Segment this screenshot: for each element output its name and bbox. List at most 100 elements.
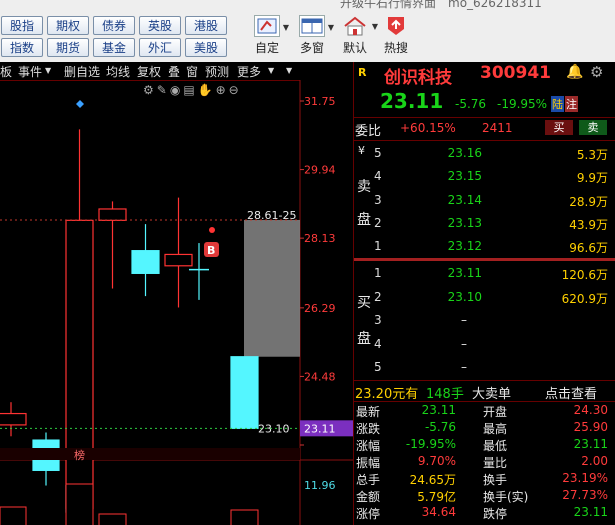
stat-value: 23.19%: [562, 471, 608, 485]
bid-price: –: [461, 313, 467, 328]
divider: [354, 401, 615, 402]
divider: [354, 140, 615, 141]
prediction-box: [244, 219, 300, 357]
volume-bar: [65, 483, 94, 525]
market-button-hk-stocks[interactable]: 港股: [185, 16, 227, 35]
stat-value: 24.65万: [409, 473, 456, 487]
bid-level: 3: [374, 313, 382, 328]
bid-price: –: [461, 336, 467, 351]
stat-value: 9.70%: [417, 454, 456, 468]
stat-row: 振幅 9.70% 量比 2.00: [354, 454, 615, 471]
ask-price: 23.12: [447, 239, 482, 254]
current-price-tag-label: 23.11: [304, 422, 336, 435]
stat-value: 23.11: [421, 403, 456, 417]
stat-label: 量比: [483, 456, 508, 470]
custom-layout-icon: ▼: [254, 15, 289, 37]
home-icon: ▼: [342, 15, 378, 37]
stat-label: 振幅: [356, 456, 381, 470]
stat-label: 换手(实): [483, 490, 529, 504]
ask-volume: 5.3万: [576, 148, 608, 162]
sell-button[interactable]: 卖: [579, 120, 607, 135]
default-tool[interactable]: ▼ 默认: [337, 15, 378, 56]
bid-row[interactable]: 5–: [354, 356, 615, 380]
kline-chart[interactable]: 板 事件 ▼ 删自选 均线 复权 叠 窗 预测 更多 ▼ ▼ ⚙✎◉▤✋⊕⊖ 3…: [0, 62, 353, 525]
chevron-down-icon: ▼: [371, 22, 378, 31]
buy-button[interactable]: 买: [545, 120, 573, 135]
volume-bar: [230, 509, 259, 525]
ask-row[interactable]: 5 23.16 5.3万: [354, 142, 615, 166]
stat-row: 金额 5.79亿 换手(实) 27.73%: [354, 488, 615, 505]
divider: [354, 380, 615, 381]
price-change-pct: -19.95%: [497, 97, 548, 111]
bid-volume: 620.9万: [561, 291, 608, 306]
stat-value: -19.95%: [405, 437, 456, 451]
stock-code: 300941: [480, 63, 551, 83]
bid-row[interactable]: 4–: [354, 333, 615, 357]
badge-zhu: 注: [565, 96, 578, 112]
ask-volume: 9.9万: [576, 171, 608, 186]
stat-value: 23.11: [573, 437, 608, 451]
bid-row[interactable]: 3–: [354, 309, 615, 333]
chevron-down-icon: ▼: [282, 23, 289, 32]
weicha-value: 2411: [482, 121, 513, 135]
gear-icon[interactable]: ⚙: [590, 63, 603, 81]
multi-window-tool[interactable]: ▼ 多窗: [292, 15, 334, 56]
stat-label: 开盘: [483, 405, 508, 419]
bid-level: 2: [374, 289, 382, 304]
custom-layout-tool[interactable]: ▼ 自定: [247, 15, 289, 56]
market-button-futures[interactable]: 期货: [47, 38, 89, 57]
stat-label: 换手: [483, 473, 508, 487]
multi-window-icon: ▼: [299, 15, 334, 37]
market-button-options[interactable]: 期权: [47, 16, 89, 35]
candle-body: [65, 219, 94, 509]
market-button-uk-stocks[interactable]: 英股: [139, 16, 181, 35]
kline-plot: 31.75 29.94 28.13 26.29 24.48 11.96 28.61-25 B 2…: [0, 80, 353, 525]
big-order-view-link[interactable]: 点击查看: [545, 383, 597, 402]
ask-price: 23.15: [447, 169, 482, 184]
price-tick-label: 26.29: [304, 302, 336, 315]
market-button-funds[interactable]: 基金: [93, 38, 135, 57]
bid-level: 5: [374, 360, 382, 375]
price-tick-label: 24.48: [304, 370, 336, 383]
ask-row[interactable]: 3 23.14 28.9万: [354, 189, 615, 213]
high-marker-icon: [76, 100, 84, 108]
range-label: 28.61-25: [247, 209, 296, 222]
hot-search-tool[interactable]: 热搜: [379, 15, 413, 56]
market-button-bonds[interactable]: 债券: [93, 16, 135, 35]
market-button-us-stocks[interactable]: 美股: [185, 38, 227, 57]
hot-search-icon: [383, 15, 409, 37]
bid-row[interactable]: 2 23.10 620.9万: [354, 286, 615, 310]
bell-icon[interactable]: 🔔: [566, 64, 583, 80]
ask-row[interactable]: 4 23.15 9.9万: [354, 165, 615, 189]
stat-row: 涨停 34.64 跌停 23.11: [354, 505, 615, 522]
price-tick-label: 31.75: [304, 95, 336, 108]
market-button-index-futures[interactable]: 股指: [1, 16, 43, 35]
stat-value: 23.11: [573, 505, 608, 519]
ask-row[interactable]: 1 23.12 96.6万: [354, 235, 615, 259]
market-button-forex[interactable]: 外汇: [139, 38, 181, 57]
candle-body: [230, 356, 259, 429]
badge-strip: [0, 448, 300, 460]
stat-row: 涨幅 -19.95% 最低 23.11: [354, 437, 615, 454]
last-price-label: 23.10: [258, 422, 290, 435]
market-button-index[interactable]: 指数: [1, 38, 43, 57]
stat-value: 34.64: [421, 505, 456, 519]
weibi-label: 委比: [355, 124, 382, 139]
stat-value: 2.00: [581, 454, 608, 468]
stat-label: 最新: [356, 405, 381, 419]
stat-label: 涨停: [356, 507, 381, 521]
stat-row: 最新 23.11 开盘 24.30: [354, 403, 615, 420]
quote-panel: R 创识科技 300941 🔔 ⚙ 23.11 -5.76 -19.95% 陆 …: [353, 62, 615, 525]
bid-row[interactable]: 1 23.11 120.6万: [354, 262, 615, 286]
ask-row[interactable]: 2 23.13 43.9万: [354, 212, 615, 236]
last-price: 23.11: [380, 89, 444, 113]
stat-value: 5.79亿: [417, 490, 456, 504]
stat-label: 最高: [483, 422, 508, 436]
chevron-down-icon: ▼: [327, 23, 334, 32]
divider: [354, 117, 615, 118]
window-title: 开级牛石行情界面 mo_626218311: [340, 0, 542, 10]
stat-value: 24.30: [573, 403, 608, 417]
price-tick-label: 28.13: [304, 232, 336, 245]
stat-value: 27.73%: [562, 488, 608, 502]
buy-marker-label: B: [207, 244, 215, 257]
